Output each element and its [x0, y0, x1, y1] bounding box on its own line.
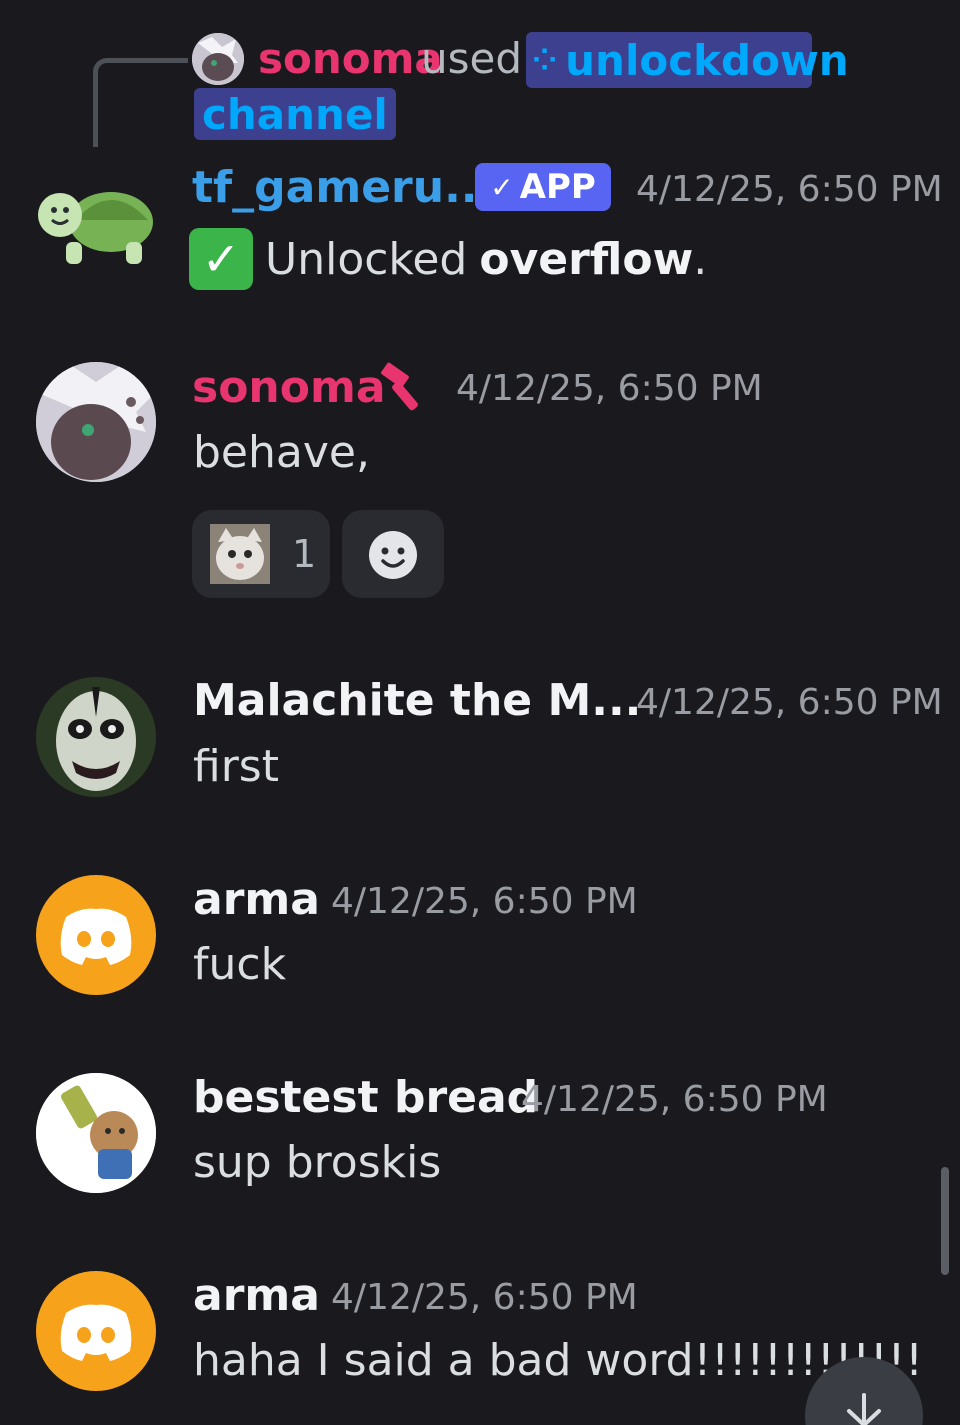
message-text: fuck	[193, 939, 287, 990]
reply-username[interactable]: sonoma	[258, 34, 443, 83]
message-text: sup broskis	[193, 1137, 442, 1188]
message-avatar-sonoma[interactable]	[36, 362, 156, 482]
message-timestamp: 4/12/25, 6:50 PM	[331, 1277, 638, 1318]
check-mark-emoji-icon: ✓	[189, 228, 253, 290]
message-username[interactable]: Malachite the M...	[193, 675, 641, 726]
check-icon: ✓	[490, 170, 514, 204]
message-text-bold: overflow	[479, 233, 694, 285]
message-avatar-malachite[interactable]	[36, 677, 156, 797]
message-username[interactable]: arma	[193, 1270, 320, 1321]
reply-connector	[93, 58, 188, 147]
discord-logo-icon	[60, 1304, 132, 1361]
command-mention[interactable]: ⁘ unlockdown	[526, 32, 849, 88]
message-timestamp: 4/12/25, 6:50 PM	[456, 368, 763, 409]
add-reaction-button[interactable]	[342, 510, 444, 598]
message-text-end: .	[693, 233, 708, 285]
role-hammer-icon	[378, 362, 434, 414]
command-icon: ⁘	[532, 42, 558, 78]
smiley-icon	[367, 529, 419, 581]
message-avatar-bestest-bread[interactable]	[36, 1073, 156, 1193]
message-text: first	[193, 741, 279, 792]
scrollbar-thumb[interactable]	[941, 1167, 949, 1275]
app-badge: ✓ APP	[475, 163, 611, 211]
reaction-button[interactable]: 1	[192, 510, 330, 598]
message-username[interactable]: arma	[193, 874, 320, 925]
command-suffix-text: channel	[202, 89, 388, 139]
message-username[interactable]: bestest bread	[193, 1072, 538, 1123]
message-body: ✓ Unlocked overflow .	[189, 228, 708, 290]
crying-cat-emoji-icon	[210, 524, 270, 584]
message-avatar-arma[interactable]	[36, 1271, 156, 1391]
jump-to-present-button[interactable]	[805, 1357, 923, 1425]
message-timestamp: 4/12/25, 6:50 PM	[331, 881, 638, 922]
app-badge-label: APP	[519, 167, 596, 207]
message-username[interactable]: sonoma	[192, 362, 386, 413]
message-avatar-arma[interactable]	[36, 875, 156, 995]
message-avatar-turtle[interactable]	[36, 170, 156, 270]
message-timestamp: 4/12/25, 6:50 PM	[521, 1079, 828, 1120]
message-text-plain: Unlocked	[265, 233, 468, 285]
message-text: behave,	[193, 427, 370, 478]
discord-logo-icon	[60, 908, 132, 965]
command-suffix-mention[interactable]: channel	[194, 88, 396, 140]
reply-used-text: used	[421, 34, 523, 83]
reply-avatar[interactable]	[192, 33, 244, 85]
message-username[interactable]: tf_gameru...	[192, 162, 494, 213]
command-name: unlockdown	[565, 35, 849, 85]
arrow-down-icon	[847, 1393, 881, 1425]
reaction-count: 1	[292, 532, 317, 576]
message-timestamp: 4/12/25, 6:50 PM	[636, 169, 943, 210]
message-timestamp: 4/12/25, 6:50 PM	[636, 682, 943, 723]
